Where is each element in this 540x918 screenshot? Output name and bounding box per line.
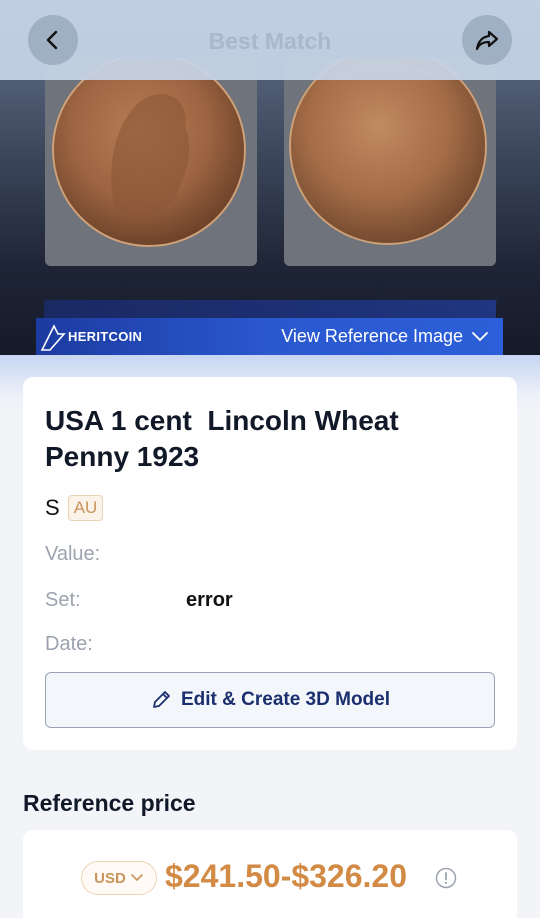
value-label: Value: xyxy=(45,543,101,565)
price-card: USD $241.50-$326.20 xyxy=(23,830,517,918)
set-label: Set: xyxy=(45,589,81,611)
brand-name: HERITCOIN xyxy=(68,329,143,344)
chevron-down-icon xyxy=(472,331,488,341)
pencil-icon xyxy=(153,691,170,708)
coin-details-card: USA 1 cent Lincoln Wheat Penny 1923 S AU… xyxy=(23,377,517,750)
coin-title: USA 1 cent Lincoln Wheat Penny 1923 xyxy=(45,405,407,472)
page-title: Best Match xyxy=(208,28,332,54)
brand-logo: HERITCOIN xyxy=(40,322,142,352)
edit-create-3d-button[interactable]: Edit & Create 3D Model xyxy=(45,672,495,728)
view-reference-image-toggle[interactable]: View Reference Image xyxy=(281,326,489,347)
coin-obverse-image[interactable] xyxy=(45,58,257,266)
reference-price-heading: Reference price xyxy=(23,790,196,816)
share-button[interactable] xyxy=(462,15,512,65)
coin-reverse-image[interactable] xyxy=(284,58,496,266)
share-arrow-icon xyxy=(475,30,499,51)
mint-mark: S xyxy=(45,495,60,520)
set-value: error xyxy=(186,589,233,611)
currency-selector[interactable]: USD xyxy=(81,861,157,895)
chevron-down-icon xyxy=(131,874,143,882)
currency-label: USD xyxy=(94,869,126,887)
grade-badge: AU xyxy=(67,495,104,521)
reference-image-banner[interactable]: HERITCOIN View Reference Image xyxy=(36,318,503,355)
top-app-bar: Best Match xyxy=(0,0,540,80)
mint-grade-row: S AU xyxy=(45,495,104,521)
date-label: Date: xyxy=(45,633,93,655)
edit-button-label: Edit & Create 3D Model xyxy=(180,689,391,710)
price-range: $241.50-$326.20 xyxy=(165,858,407,894)
heritcoin-logo-icon xyxy=(40,323,66,351)
view-reference-label: View Reference Image xyxy=(281,326,463,346)
info-circle-icon[interactable] xyxy=(435,867,457,889)
